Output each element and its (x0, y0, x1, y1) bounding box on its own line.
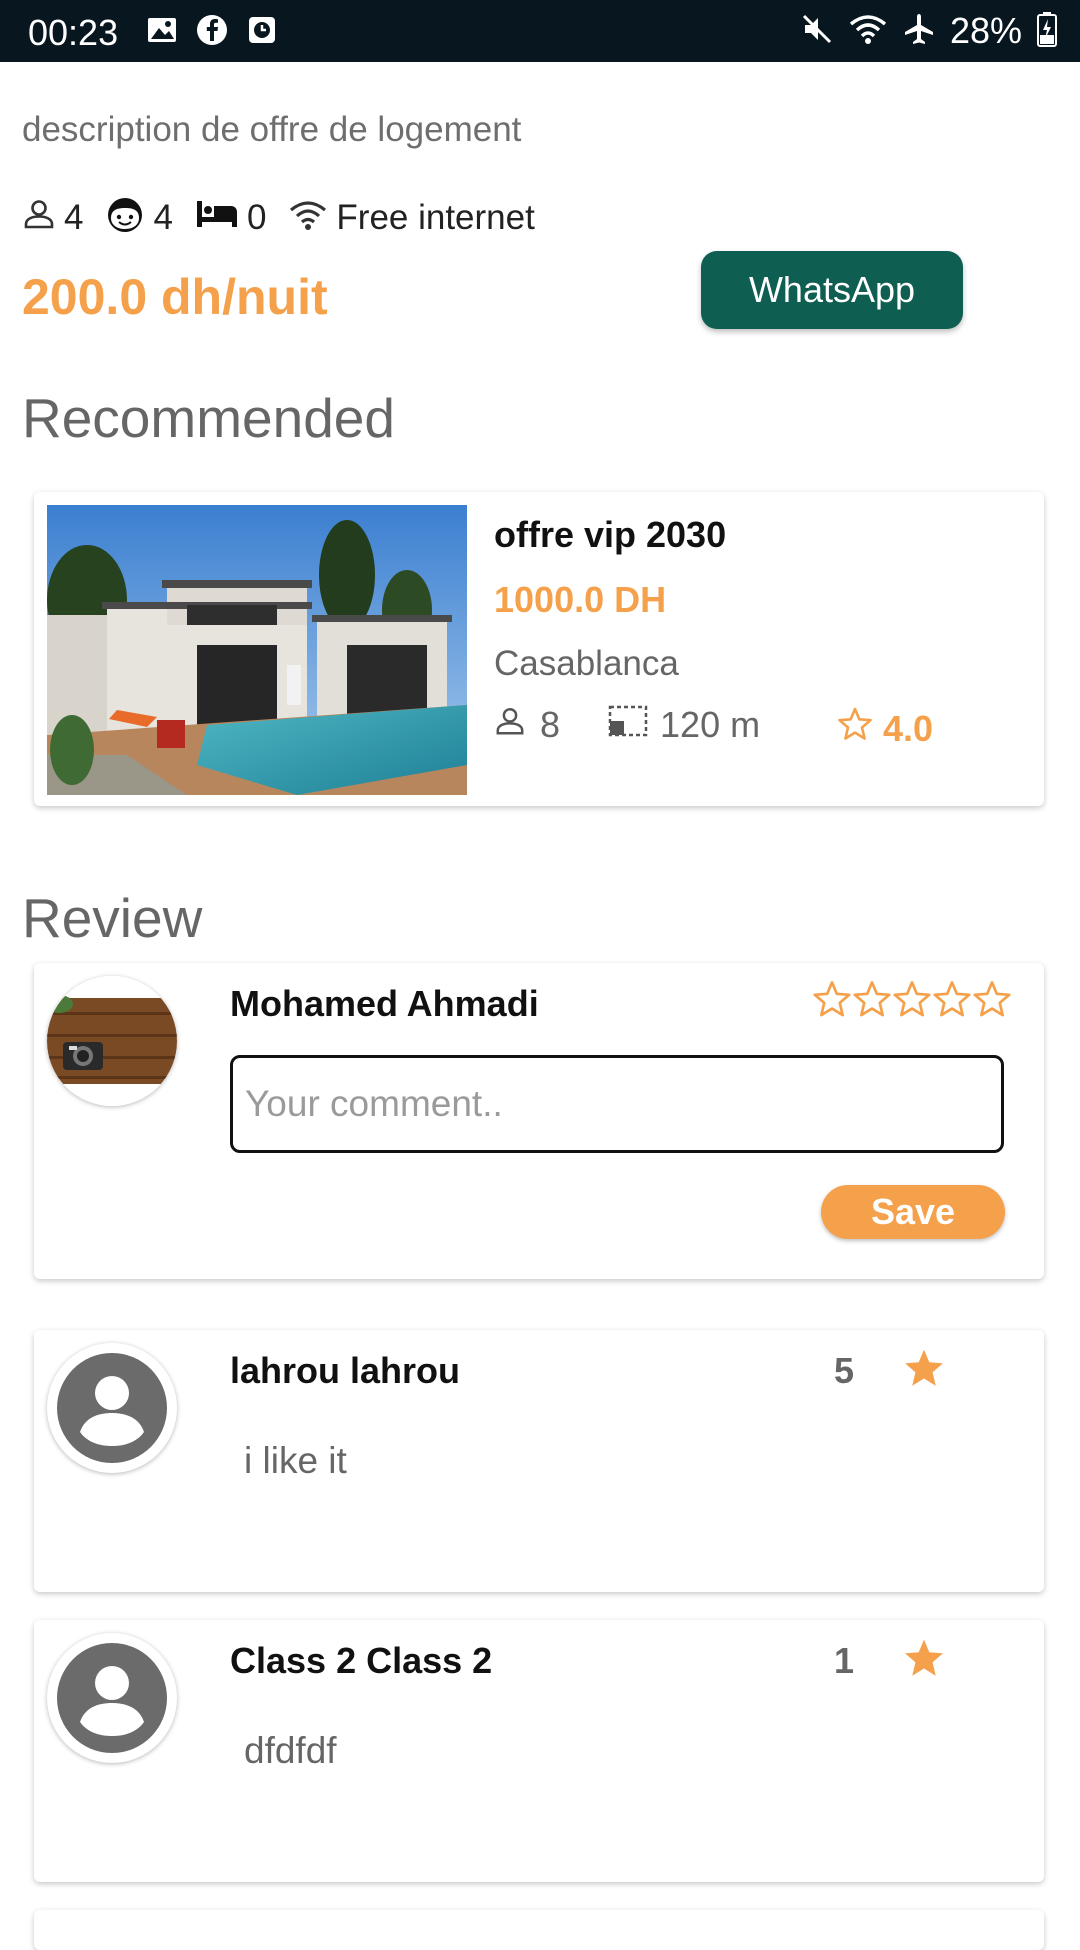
guests-count: 8 (540, 704, 561, 745)
bed-icon (195, 197, 247, 240)
adults-count: 4 (64, 198, 84, 237)
battery-level: 28% (949, 10, 1022, 51)
person-icon (494, 704, 526, 746)
clock-app-icon (246, 14, 278, 51)
listing-photo (47, 505, 467, 795)
star-outline-icon[interactable] (892, 979, 932, 1024)
reviewer-avatar (47, 1633, 177, 1763)
beds-amenity: 0 (195, 197, 266, 240)
review-composer-card: Mohamed Ahmadi Save (34, 963, 1044, 1279)
amenities-row: 4 4 0 Free internet (22, 196, 557, 240)
comment-input[interactable] (230, 1055, 1004, 1153)
mute-icon (800, 12, 834, 51)
status-bar: 00:23 28% (0, 0, 1080, 62)
whatsapp-button[interactable]: WhatsApp (701, 251, 963, 329)
star-outline-icon (837, 706, 873, 751)
review-text: dfdfdf (244, 1730, 337, 1771)
recommended-item-city: Casablanca (494, 644, 679, 683)
recommended-title: Recommended (22, 387, 395, 449)
recommended-card[interactable]: offre vip 2030 1000.0 DH Casablanca 8 12… (34, 492, 1044, 806)
gallery-icon (146, 14, 178, 51)
star-filled-icon (902, 1636, 946, 1685)
battery-icon (1036, 11, 1058, 52)
review-card-partial (34, 1910, 1044, 1950)
reviewer-avatar (47, 1343, 177, 1473)
area-meta: 120 m (608, 704, 760, 746)
save-button[interactable]: Save (821, 1185, 1005, 1239)
review-card: lahrou lahrou 5 i like it (34, 1330, 1044, 1592)
user-avatar (47, 976, 177, 1106)
person-icon (22, 197, 64, 240)
star-filled-icon (902, 1346, 946, 1395)
review-title: Review (22, 887, 203, 949)
guests-meta: 8 (494, 704, 560, 746)
child-face-icon (105, 194, 153, 243)
children-amenity: 4 (105, 194, 173, 243)
recommended-item-rating: 4.0 (837, 706, 933, 751)
listing-description: description de offre de logement (22, 110, 522, 149)
rating-value: 4.0 (883, 707, 934, 749)
reviewer-name: lahrou lahrou (230, 1350, 461, 1391)
recommended-item-meta: 8 120 m (494, 704, 760, 746)
beds-count: 0 (246, 198, 267, 237)
wifi-icon (288, 197, 336, 240)
review-card: Class 2 Class 2 1 dfdfdf (34, 1620, 1044, 1882)
children-count: 4 (153, 198, 173, 237)
review-score: 5 (834, 1350, 855, 1391)
review-score: 1 (834, 1640, 855, 1681)
star-outline-icon[interactable] (812, 979, 852, 1024)
star-outline-icon[interactable] (852, 979, 892, 1024)
star-outline-icon[interactable] (972, 979, 1012, 1024)
area-value: 120 m (660, 704, 761, 745)
star-outline-icon[interactable] (932, 979, 972, 1024)
rating-selector (812, 979, 1012, 1024)
review-text: i like it (244, 1440, 347, 1481)
internet-amenity: Free internet (288, 197, 535, 240)
recommended-item-title: offre vip 2030 (494, 514, 727, 555)
wifi-icon (848, 12, 888, 51)
internet-label: Free internet (336, 198, 535, 237)
status-time: 00:23 (28, 12, 119, 53)
composer-user-name: Mohamed Ahmadi (230, 983, 539, 1024)
recommended-item-price: 1000.0 DH (494, 579, 667, 620)
facebook-icon (196, 14, 228, 51)
nightly-price: 200.0 dh/nuit (22, 269, 328, 325)
adults-amenity: 4 (22, 197, 83, 240)
reviewer-name: Class 2 Class 2 (230, 1640, 493, 1681)
area-icon (608, 704, 648, 746)
airplane-icon (902, 12, 936, 51)
